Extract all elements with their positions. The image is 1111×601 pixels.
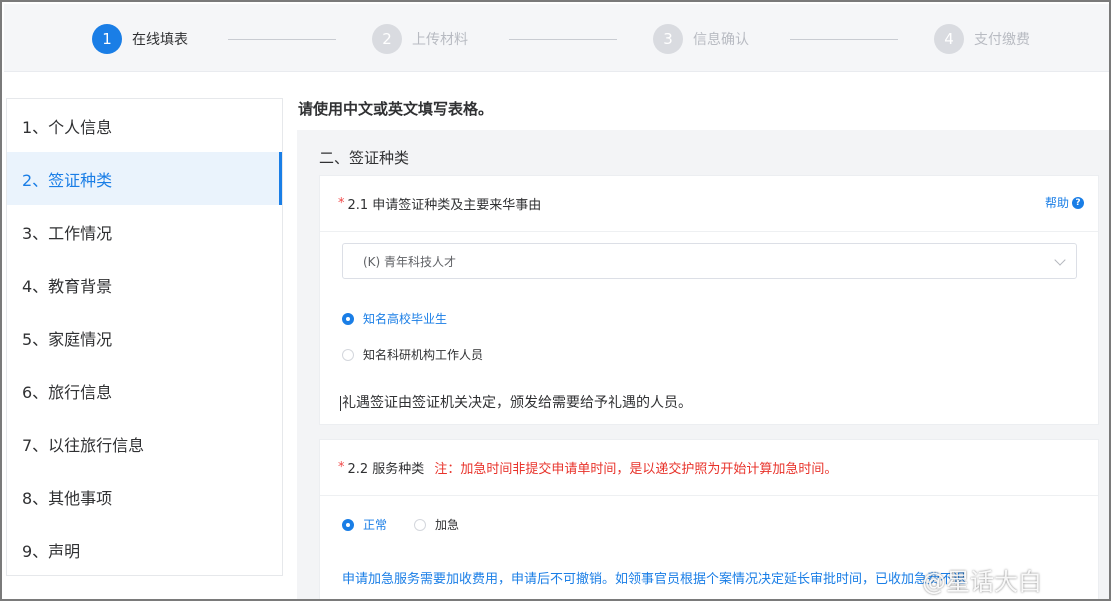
text-cursor [340, 395, 341, 411]
step-number: 2 [372, 24, 402, 54]
sidebar-item-previous-travel[interactable]: 7、以往旅行信息 [7, 417, 282, 470]
step-number: 4 [934, 24, 964, 54]
required-mark: * [338, 460, 345, 475]
radio-research-staff[interactable]: 知名科研机构工作人员 [342, 346, 483, 363]
question-header: * 2.2 服务种类 注：加急时间非提交申请单时间，是以递交护照为开始计算加急时… [320, 440, 1098, 496]
radio-checked-icon [342, 312, 354, 325]
form-instruction: 请使用中文或英文填写表格。 [298, 100, 494, 118]
sidebar-item-education[interactable]: 4、教育背景 [7, 258, 282, 311]
radio-label: 知名科研机构工作人员 [363, 348, 484, 362]
question-title: 2.1 申请签证种类及主要来华事由 [347, 198, 542, 213]
step-connector [790, 39, 898, 40]
step-connector [228, 39, 336, 40]
step-connector [509, 39, 617, 40]
radio-label: 加急 [435, 518, 460, 532]
chevron-down-icon [1054, 254, 1066, 266]
sidebar-item-declaration[interactable]: 9、声明 [7, 523, 282, 576]
visa-description: 礼遇签证由签证机关决定，颁发给需要给予礼遇的人员。 [340, 392, 692, 412]
radio-unchecked-icon [342, 348, 354, 361]
sidebar-item-family[interactable]: 5、家庭情况 [7, 311, 282, 364]
visa-type-section: 二、签证种类 * 2.1 申请签证种类及主要来华事由 帮助 ? (K) 青年科技… [297, 130, 1109, 599]
expedite-warning: 申请加急服务需要加收费用，申请后不可撤销。如领事官员根据个案情况决定延长审批时间… [342, 572, 967, 587]
step-number: 1 [92, 24, 122, 54]
section-title: 二、签证种类 [319, 149, 410, 167]
required-mark: * [338, 196, 345, 211]
visa-category-select[interactable]: (K) 青年科技人才 [342, 243, 1077, 279]
step-payment[interactable]: 4 支付缴费 [934, 24, 1030, 54]
app-frame: 1 在线填表 2 上传材料 3 信息确认 4 支付缴费 1、个人信息 2、签证种… [0, 0, 1111, 601]
radio-unchecked-icon [414, 518, 426, 531]
step-label: 在线填表 [132, 32, 188, 48]
question-header: * 2.1 申请签证种类及主要来华事由 帮助 ? [320, 176, 1098, 232]
help-label: 帮助 [1044, 196, 1069, 210]
sidebar-item-work[interactable]: 3、工作情况 [7, 205, 282, 258]
question-card-visa-category: * 2.1 申请签证种类及主要来华事由 帮助 ? (K) 青年科技人才 知名高校… [319, 175, 1099, 425]
question-title: 2.2 服务种类 [347, 462, 425, 477]
sidebar-item-other[interactable]: 8、其他事项 [7, 470, 282, 523]
description-text: 礼遇签证由签证机关决定，颁发给需要给予礼遇的人员。 [342, 395, 692, 411]
step-label: 上传材料 [412, 32, 468, 48]
step-number: 3 [653, 24, 683, 54]
select-value: (K) 青年科技人才 [363, 254, 457, 269]
sidebar-item-visa-type[interactable]: 2、签证种类 [7, 152, 282, 205]
step-upload[interactable]: 2 上传材料 [372, 24, 468, 54]
radio-graduate[interactable]: 知名高校毕业生 [342, 310, 447, 327]
question-card-service-type: * 2.2 服务种类 注：加急时间非提交申请单时间，是以递交护照为开始计算加急时… [319, 439, 1099, 599]
step-confirm[interactable]: 3 信息确认 [653, 24, 749, 54]
radio-checked-icon [342, 518, 354, 531]
radio-label: 正常 [363, 518, 388, 532]
radio-normal[interactable]: 正常 [342, 516, 387, 533]
sidebar-item-personal-info[interactable]: 1、个人信息 [7, 99, 282, 152]
section-sidebar: 1、个人信息 2、签证种类 3、工作情况 4、教育背景 5、家庭情况 6、旅行信… [6, 98, 283, 576]
help-link[interactable]: 帮助 ? [1045, 194, 1084, 211]
radio-label: 知名高校毕业生 [363, 312, 448, 326]
help-icon: ? [1072, 196, 1084, 209]
progress-steps: 1 在线填表 2 上传材料 3 信息确认 4 支付缴费 [4, 4, 1109, 72]
step-label: 支付缴费 [974, 32, 1030, 48]
step-label: 信息确认 [693, 32, 749, 48]
expedite-note: 注：加急时间非提交申请单时间，是以递交护照为开始计算加急时间。 [434, 462, 838, 477]
sidebar-item-travel[interactable]: 6、旅行信息 [7, 364, 282, 417]
radio-expedited[interactable]: 加急 [414, 516, 459, 533]
step-online-form[interactable]: 1 在线填表 [92, 24, 188, 54]
